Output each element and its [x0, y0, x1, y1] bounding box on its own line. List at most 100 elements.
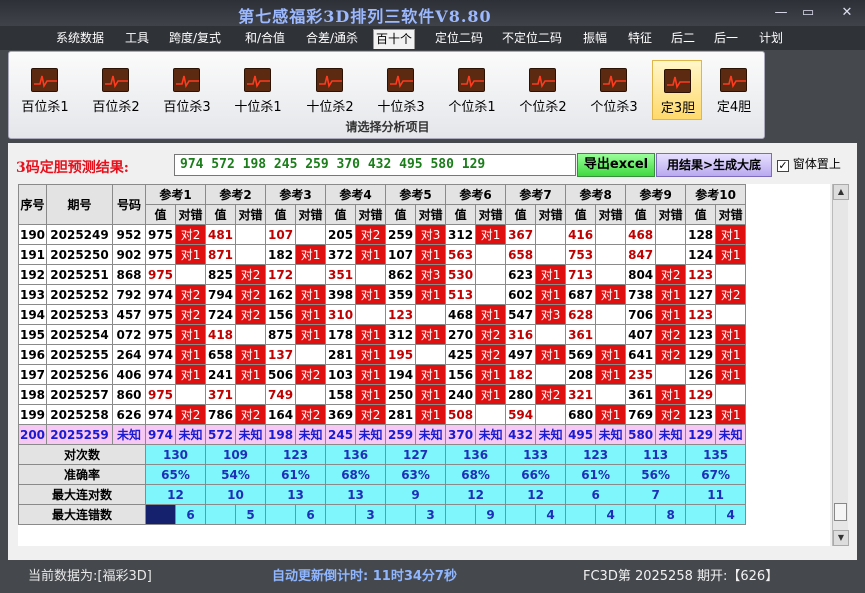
- scroll-up-icon[interactable]: ▲: [833, 184, 849, 200]
- table-row[interactable]: 190 2025249 952 975 对2 481 107 205 对2 259 对3 312 对1 3…: [18, 224, 747, 245]
- value-cell: 129: [685, 424, 717, 445]
- menu-item[interactable]: 跨度/复式: [166, 29, 224, 49]
- stats-value: 4: [715, 504, 747, 525]
- ribbon-button[interactable]: 定4胆: [709, 60, 759, 120]
- hit-cell: [475, 404, 507, 425]
- scroll-thumb[interactable]: [834, 503, 847, 521]
- hit-cell: [595, 384, 627, 405]
- hit-cell: [535, 244, 567, 265]
- value-cell: 847: [625, 244, 657, 265]
- ribbon-button[interactable]: 定3胆: [652, 60, 702, 120]
- value-cell: 316: [505, 324, 537, 345]
- checkbox-box[interactable]: ✓: [777, 160, 789, 172]
- menu-item[interactable]: 合差/通杀: [303, 29, 361, 49]
- ribbon-button[interactable]: 个位杀1: [444, 60, 500, 120]
- menu-item[interactable]: 工具: [123, 29, 151, 49]
- hit-cell: 对1: [174, 364, 207, 385]
- value-cell: 628: [565, 304, 597, 325]
- table-row[interactable]: 200 2025259 未知 974 未知 572 未知 198 未知 245 未知 259 未知 370…: [18, 424, 747, 445]
- chart-icon: [720, 68, 747, 92]
- hit-cell: [475, 264, 507, 285]
- menu-item[interactable]: 计划: [757, 29, 785, 49]
- menu-item[interactable]: 特征: [625, 29, 655, 49]
- ribbon-button[interactable]: 百位杀2: [88, 60, 144, 120]
- hit-cell: 对3: [415, 264, 447, 285]
- hit-cell: 对2: [235, 284, 267, 305]
- restore-button[interactable]: ▭: [795, 4, 821, 22]
- hit-cell: [655, 224, 687, 245]
- value-cell: 506: [265, 364, 297, 385]
- period-cell: 2025258: [46, 404, 113, 425]
- hit-cell: 对1: [415, 284, 447, 305]
- menu-item[interactable]: 百十个: [373, 29, 415, 49]
- table-row[interactable]: 192 2025251 868 975 825 对2 172 351 862 对3 530 623 对1…: [18, 264, 747, 285]
- stats-value: 12: [144, 484, 207, 505]
- value-cell: 975: [145, 384, 176, 405]
- seq-cell: 200: [18, 424, 47, 445]
- seq-header: 序号: [18, 184, 47, 225]
- close-button[interactable]: ✕: [834, 4, 860, 22]
- menu-item[interactable]: 振幅: [581, 29, 609, 49]
- ref-header: 参考2: [205, 184, 267, 205]
- on-top-checkbox[interactable]: ✓ 窗体置上: [777, 155, 841, 172]
- value-cell: 658: [205, 344, 237, 365]
- ribbon-button[interactable]: 百位杀3: [159, 60, 215, 120]
- minimize-button[interactable]: —: [768, 4, 794, 22]
- table-row[interactable]: 191 2025250 902 975 对1 871 182 对1 372 对1 107 对1 563 6…: [18, 244, 747, 265]
- table-row[interactable]: 196 2025255 264 974 对1 658 对1 137 281 对1 195 425 对2 4…: [18, 344, 747, 365]
- export-excel-button[interactable]: 导出excel: [577, 153, 655, 177]
- ribbon-button[interactable]: 个位杀3: [586, 60, 642, 120]
- stats-spacer-cell: [505, 504, 537, 525]
- table-row[interactable]: 198 2025257 860 975 371 749 158 对1 250 对1 240 对1 280…: [18, 384, 747, 405]
- hit-cell: 对1: [475, 304, 507, 325]
- menu-item[interactable]: 系统数据: [55, 29, 105, 49]
- stats-spacer-cell: [685, 504, 717, 525]
- ribbon-button[interactable]: 十位杀3: [373, 60, 429, 120]
- value-cell: 680: [565, 404, 597, 425]
- ribbon-button-label: 个位杀3: [590, 100, 638, 115]
- hit-cell: 未知: [715, 424, 747, 445]
- hit-cell: 对1: [595, 404, 627, 425]
- ribbon-button[interactable]: 个位杀2: [515, 60, 571, 120]
- stats-label: 准确率: [18, 464, 146, 485]
- table-row[interactable]: 199 2025258 626 974 对2 786 对2 164 对2 369 对2 281 对1 50…: [18, 404, 747, 425]
- vertical-scrollbar[interactable]: ▲ ▼: [832, 184, 849, 546]
- status-current-data: 当前数据为:[福彩3D]: [28, 569, 152, 584]
- hit-cell: 对2: [295, 404, 327, 425]
- hit-cell: 对2: [174, 304, 207, 325]
- period-cell: 2025256: [46, 364, 113, 385]
- stats-spacer-cell: [625, 504, 657, 525]
- table-row[interactable]: 197 2025256 406 974 对1 241 对1 506 对2 103 对1 194 对1 15…: [18, 364, 747, 385]
- hit-cell: 未知: [174, 424, 207, 445]
- menu-item[interactable]: 不定位二码: [500, 29, 564, 49]
- ribbon-button[interactable]: 十位杀2: [302, 60, 358, 120]
- value-cell: 738: [625, 284, 657, 305]
- value-cell: 281: [385, 404, 417, 425]
- value-subheader: 值: [265, 204, 297, 225]
- hit-cell: 对2: [475, 324, 507, 345]
- ribbon-button-label: 百位杀3: [163, 100, 211, 115]
- title-bar: 第七感福彩3D排列三软件V8.80 — ▭ ✕: [0, 0, 865, 28]
- value-cell: 280: [505, 384, 537, 405]
- table-row[interactable]: 193 2025252 792 974 对2 794 对2 162 对1 398 对1 359 对1 51…: [18, 284, 747, 305]
- stats-value: 11: [685, 484, 747, 505]
- stats-value: 67%: [685, 464, 747, 485]
- ref-header: 参考3: [265, 184, 327, 205]
- table-row[interactable]: 195 2025254 072 975 对1 418 875 对1 178 对1 312 对1 270 对…: [18, 324, 747, 345]
- stats-value: 61%: [265, 464, 327, 485]
- ribbon-button[interactable]: 百位杀1: [17, 60, 73, 120]
- table-row[interactable]: 194 2025253 457 975 对2 724 对2 156 对1 310 123 468 对1 5…: [18, 304, 747, 325]
- generate-bigbottom-button[interactable]: 用结果>生成大底: [656, 153, 772, 177]
- prediction-result-field[interactable]: 974 572 198 245 259 370 432 495 580 129: [174, 154, 576, 176]
- scroll-down-icon[interactable]: ▼: [833, 530, 849, 546]
- stats-value: 61%: [565, 464, 627, 485]
- hit-subheader: 对错: [174, 204, 207, 225]
- menu-item[interactable]: 定位二码: [433, 29, 485, 49]
- menu-item[interactable]: 后二: [669, 29, 697, 49]
- prediction-label: 3码定胆预测结果:: [16, 160, 129, 176]
- menu-item[interactable]: 后一: [712, 29, 740, 49]
- hit-cell: 对1: [295, 284, 327, 305]
- menu-item[interactable]: 和/合值: [242, 29, 288, 49]
- ribbon-button[interactable]: 十位杀1: [230, 60, 286, 120]
- stats-spacer-cell: [145, 504, 176, 525]
